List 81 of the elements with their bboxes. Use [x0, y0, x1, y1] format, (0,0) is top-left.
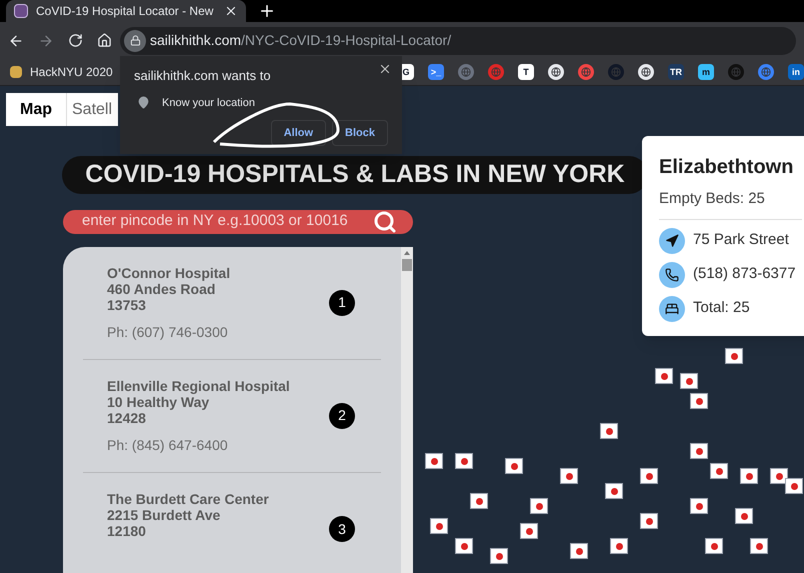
hospital-marker-icon[interactable]: [690, 498, 708, 514]
hospital-marker-icon[interactable]: [735, 508, 753, 524]
hospital-name: The Burdett Care Center: [107, 490, 270, 506]
hospital-marker-icon[interactable]: [750, 538, 768, 554]
hospital-marker-icon[interactable]: [530, 498, 548, 514]
permission-button[interactable]: Block: [332, 120, 388, 146]
forward-icon[interactable]: [38, 32, 54, 48]
hospital-zip: 12180: [107, 522, 147, 538]
hospital-marker-icon[interactable]: [785, 478, 803, 494]
bookmark-favicon[interactable]: in: [788, 64, 804, 80]
info-text: (518) 873-6377: [693, 264, 796, 284]
hospital-marker-icon[interactable]: [505, 458, 523, 474]
info-text: Total: 25: [693, 298, 750, 318]
search-icon[interactable]: [373, 210, 397, 234]
hospital-marker-icon[interactable]: [455, 453, 473, 469]
bookmark-favicon[interactable]: m: [698, 64, 714, 80]
info-title: Elizabethtown: [659, 155, 794, 180]
hospital-marker-icon[interactable]: [690, 393, 708, 409]
hospital-marker-icon[interactable]: [490, 548, 508, 564]
tab-title: CoVID-19 Hospital Locator - New: [36, 3, 214, 20]
hospital-marker-icon[interactable]: [640, 513, 658, 529]
hospital-marker-icon[interactable]: [605, 483, 623, 499]
hospital-address: 460 Andes Road: [107, 280, 216, 296]
empty-beds: Empty Beds: 25: [659, 188, 802, 220]
reload-icon[interactable]: [68, 33, 83, 48]
hospital-marker-icon[interactable]: [680, 373, 698, 389]
bookmark-link[interactable]: HackNYU 2020: [30, 63, 113, 81]
hospital-marker-icon[interactable]: [690, 443, 708, 459]
bookmark-favicon[interactable]: >_: [428, 64, 444, 80]
url-text: sailikhithk.com/NYC-CoVID-19-Hospital-Locator/: [150, 31, 452, 50]
hospital-marker-icon[interactable]: [560, 468, 578, 484]
bed-icon: [659, 296, 685, 322]
map-type-tab[interactable]: Satell: [66, 93, 118, 126]
number-badge: 2: [329, 402, 355, 428]
popup-message: sailikhithk.com wants to: [134, 67, 271, 85]
hospital-marker-icon[interactable]: [600, 423, 618, 439]
lock-icon[interactable]: [124, 30, 146, 52]
banner-title: COVID-19 HOSPITALS & LABS IN NEW YORK: [85, 159, 625, 190]
close-icon[interactable]: [224, 4, 238, 18]
bookmark-favicon-icon[interactable]: [638, 64, 654, 80]
map-type-tab[interactable]: Map: [6, 93, 66, 126]
hospital-zip: 12428: [107, 410, 146, 426]
hospital-name: O'Connor Hospital: [107, 264, 232, 280]
close-icon[interactable]: [378, 62, 392, 76]
bookmark-favicon-icon: [10, 66, 22, 78]
hospital-marker-icon[interactable]: [610, 538, 628, 554]
hospital-phone: Ph: (607) 746-0300: [107, 322, 229, 342]
location-pin-icon: [137, 96, 150, 110]
hospital-zip: 13753: [107, 296, 147, 312]
browser-tab[interactable]: CoVID-19 Hospital Locator - New: [6, 0, 246, 22]
new-tab-icon[interactable]: [258, 2, 276, 20]
home-icon[interactable]: [97, 33, 112, 48]
number-badge: 1: [329, 290, 355, 316]
hospital-address: 2215 Burdett Ave: [107, 506, 222, 522]
hospital-address: 10 Healthy Way: [107, 394, 210, 410]
phone-icon: [659, 262, 685, 288]
hospital-marker-icon[interactable]: [725, 348, 743, 364]
hospital-marker-icon[interactable]: [470, 493, 488, 509]
hospital-marker-icon[interactable]: [430, 518, 448, 534]
hospital-marker-icon[interactable]: [425, 453, 443, 469]
info-text: 75 Park Street: [693, 230, 789, 250]
number-badge: 3: [329, 516, 355, 542]
hospital-marker-icon[interactable]: [640, 468, 658, 484]
search-field[interactable]: enter pincode in NY e.g.10003 or 10016: [63, 210, 413, 234]
hospital-name: Ellenville Regional Hospital: [107, 378, 291, 394]
bookmark-favicon[interactable]: T: [518, 64, 534, 80]
hospital-marker-icon[interactable]: [770, 468, 788, 484]
hospital-marker-icon[interactable]: [710, 463, 728, 479]
back-icon[interactable]: [8, 32, 24, 48]
hospital-marker-icon[interactable]: [455, 538, 473, 554]
hospital-phone: Ph: (845) 647-6400: [107, 436, 229, 455]
hospital-marker-icon[interactable]: [655, 368, 673, 384]
hospital-marker-icon[interactable]: [705, 538, 723, 554]
bookmark-favicon[interactable]: TR: [668, 64, 684, 80]
address-bar[interactable]: sailikhithk.com/NYC-CoVID-19-Hospital-Locator/: [120, 26, 796, 54]
permission-text: Know your location: [162, 96, 255, 110]
hospital-marker-icon[interactable]: [740, 468, 758, 484]
permission-button[interactable]: Allow: [270, 120, 326, 146]
bookmark-favicon-icon[interactable]: [548, 64, 564, 80]
hospital-marker-icon[interactable]: [570, 543, 588, 559]
hospital-marker-icon[interactable]: [520, 523, 538, 539]
